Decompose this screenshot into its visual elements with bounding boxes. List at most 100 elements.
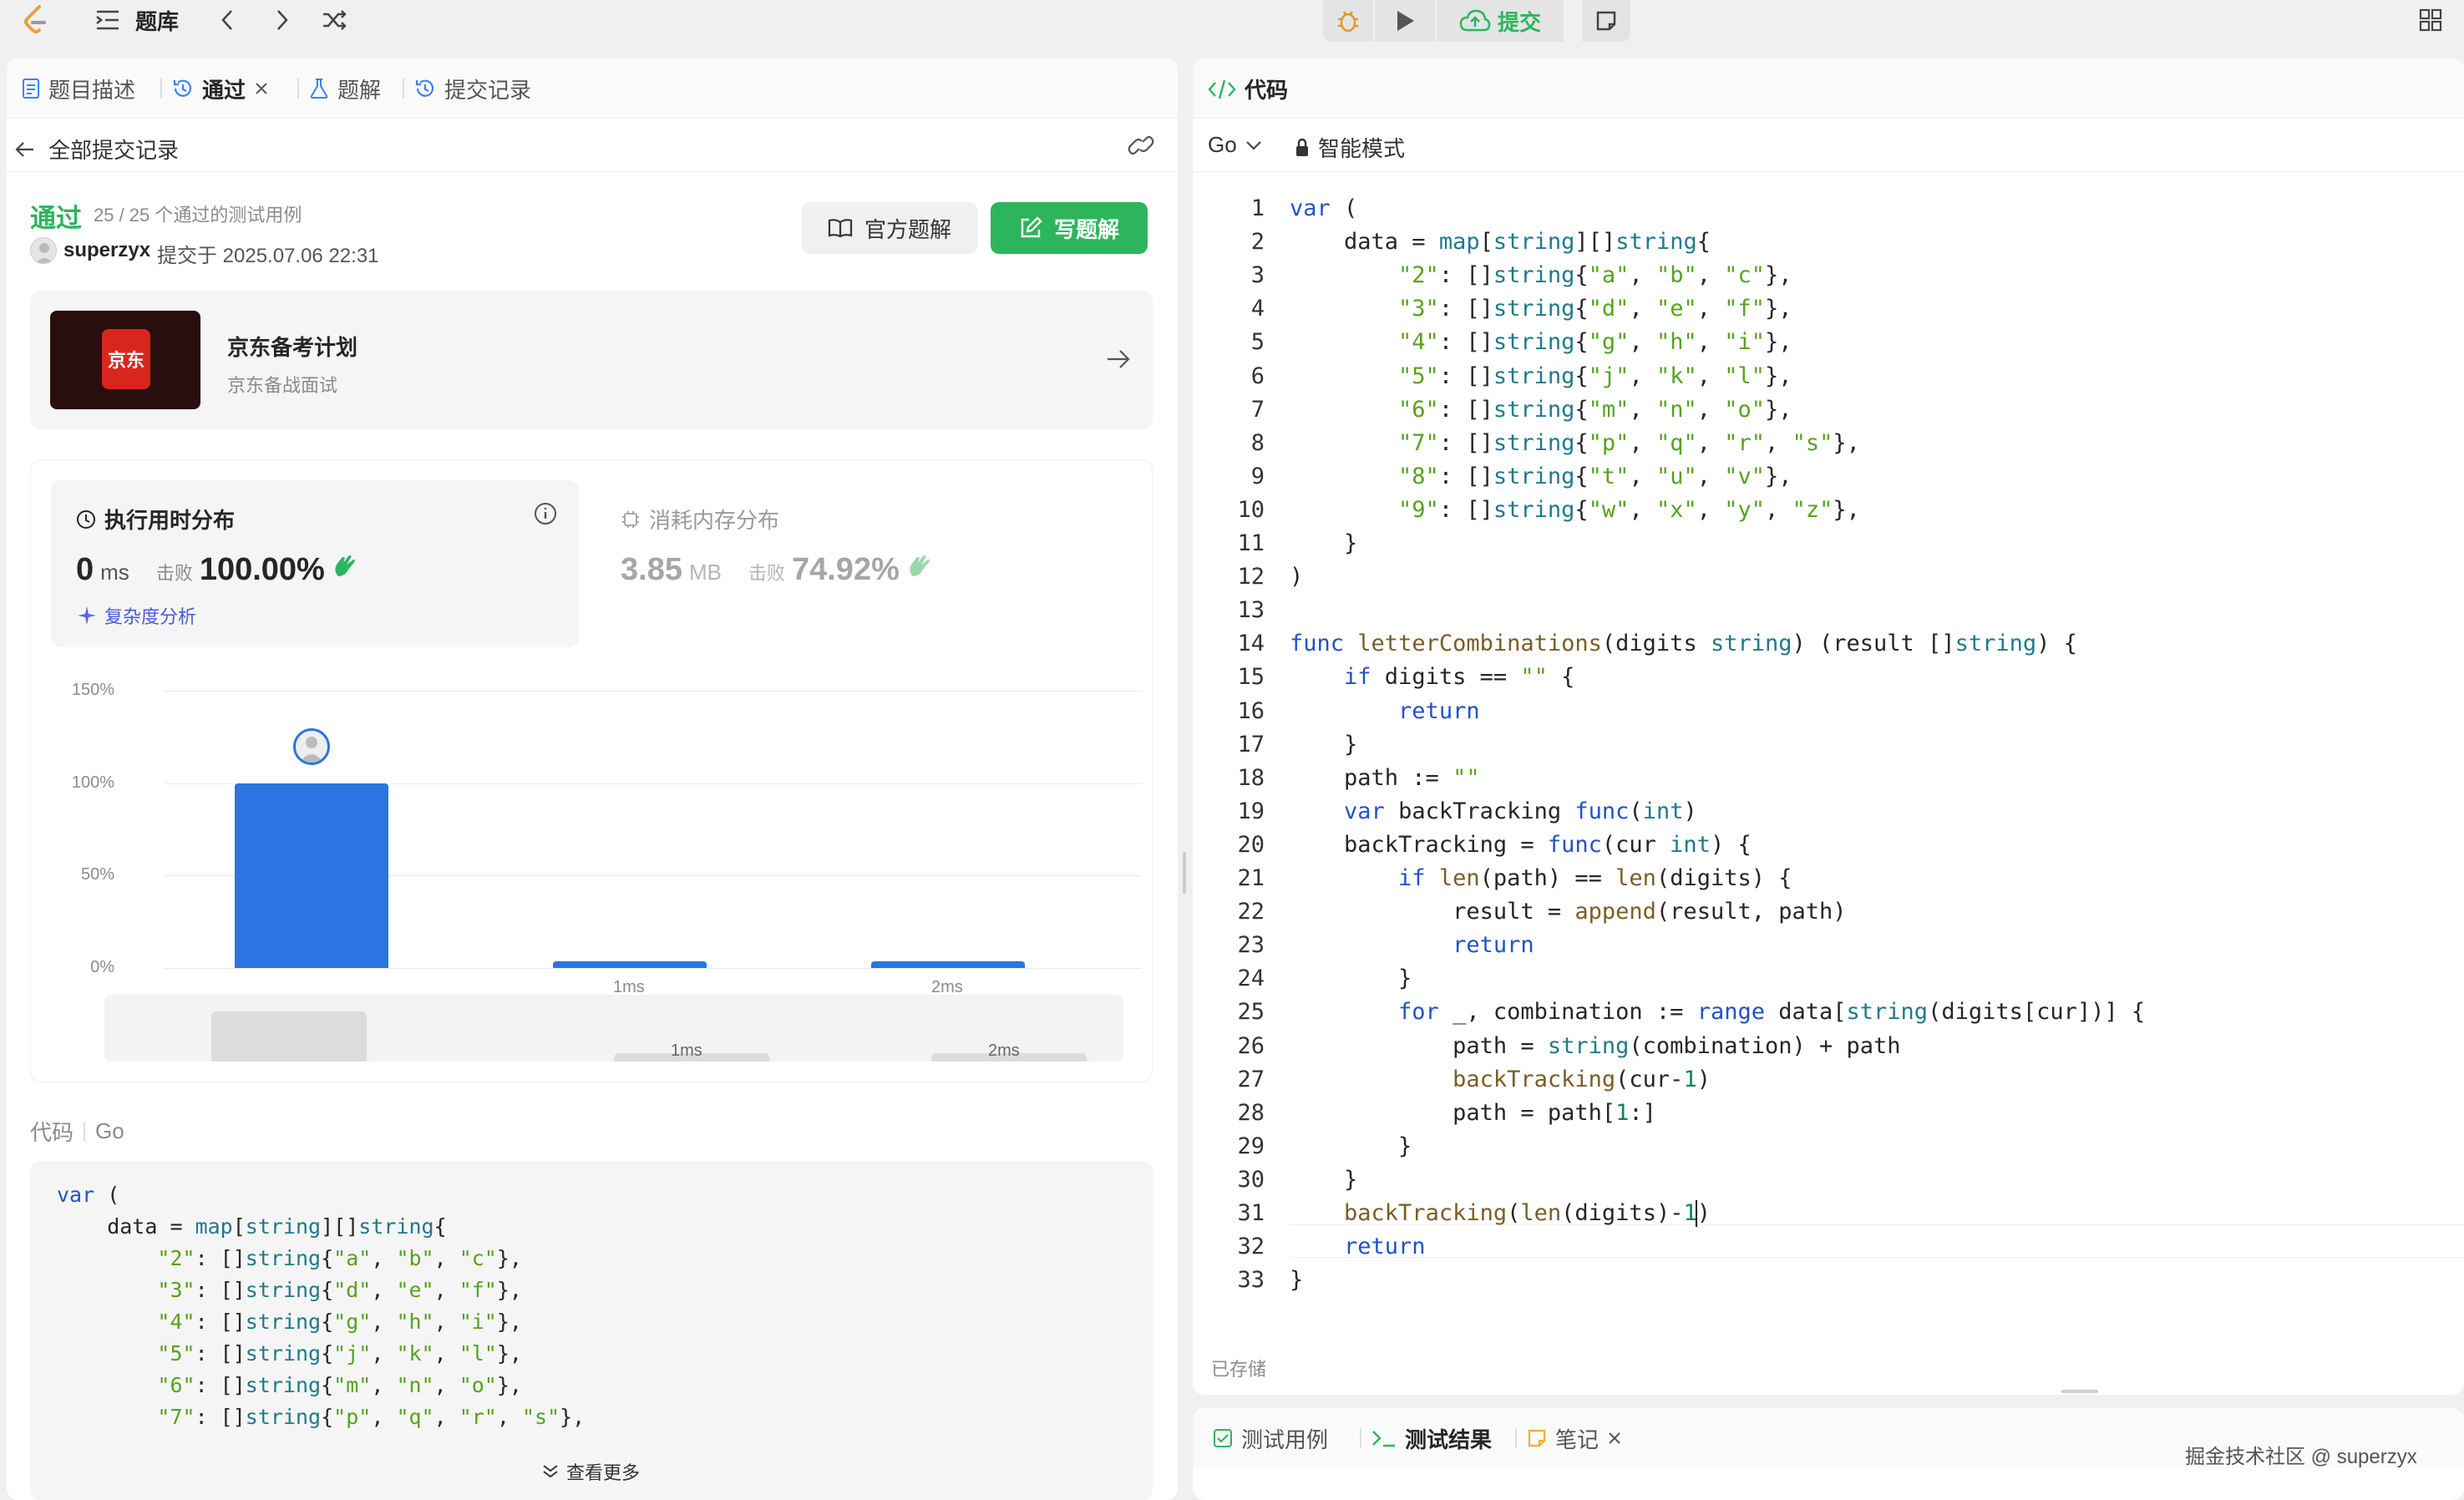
all-submissions-link: 全部提交记录 xyxy=(48,138,180,163)
code-line[interactable]: ) xyxy=(1290,560,1303,594)
your-submission-avatar-marker[interactable] xyxy=(293,727,330,765)
note-button[interactable] xyxy=(1582,0,1630,42)
code-editor[interactable]: 1 var (2 data = map[string][]string{3 "2"… xyxy=(1193,179,2464,1323)
tab-accepted-label: 通过 xyxy=(202,77,246,103)
back-row: 全部提交记录 xyxy=(7,119,1178,172)
code-line[interactable]: "9": []string{"w", "x", "y", "z"}, xyxy=(1290,494,1860,527)
tab-testcases[interactable]: 测试用例 xyxy=(1213,1408,1328,1468)
code-line[interactable]: for _, combination := range data[string(… xyxy=(1290,996,2145,1029)
line-number: 12 xyxy=(1237,564,1265,590)
code-preview-header: 代码 Go xyxy=(30,1116,124,1147)
promo-thumbnail: 京东 xyxy=(50,311,200,409)
checkbox-icon xyxy=(1214,1429,1232,1447)
code-line[interactable]: func letterCombinations(digits string) (… xyxy=(1290,627,2077,661)
promo-card[interactable]: 京东 京东备考计划 京东备战面试 xyxy=(30,291,1153,429)
share-link-icon[interactable] xyxy=(1128,134,1154,161)
code-line[interactable]: "2": []string{"a", "b", "c"}, xyxy=(1290,259,1792,292)
code-line[interactable]: backTracking = func(cur int) { xyxy=(1290,829,1752,862)
code-line[interactable]: data = map[string][]string{ xyxy=(1290,226,1711,259)
official-solution-button[interactable]: 官方题解 xyxy=(802,202,977,254)
code-line[interactable]: return xyxy=(1290,695,1480,728)
code-line[interactable]: path = path[1:] xyxy=(1290,1097,1656,1130)
code-line[interactable]: } xyxy=(1290,1130,1412,1163)
code-line[interactable]: "6": []string{"m", "n", "o"}, xyxy=(1290,393,1792,427)
line-number: 33 xyxy=(1237,1267,1265,1294)
chart-bar-2ms[interactable] xyxy=(871,961,1025,968)
submit-button[interactable]: 提交 xyxy=(1437,0,1564,42)
code-line[interactable]: } xyxy=(1290,728,1357,762)
runtime-distribution-chart[interactable]: 0% 50% 100% 150% 1ms 2ms 1ms 2ms xyxy=(31,460,1153,1083)
code-line[interactable]: if len(path) == len(digits) { xyxy=(1290,862,1792,895)
see-more-button[interactable]: 查看更多 xyxy=(541,1458,640,1485)
chart-bar-0ms[interactable] xyxy=(235,783,388,968)
code-line[interactable]: result = append(result, path) xyxy=(1290,895,1846,929)
tab-test-results[interactable]: 测试结果 xyxy=(1371,1408,1492,1468)
username[interactable]: superzyx xyxy=(63,239,150,262)
tab-divider xyxy=(297,79,299,99)
close-tab-icon[interactable] xyxy=(1607,1431,1622,1446)
code-line[interactable]: var ( xyxy=(1290,192,1357,226)
code-preview: "7": []string{"p", "q", "r", "s"}, "6": … xyxy=(30,1161,1153,1500)
code-line[interactable]: } xyxy=(1290,1163,1357,1197)
code-line[interactable]: "5": []string{"j", "k", "l"}, xyxy=(1290,360,1792,393)
console-panel: 测试用例 测试结果 笔记 掘金技术社区 @ superzyx xyxy=(1193,1408,2464,1500)
saved-status: 已存储 xyxy=(1211,1359,1267,1380)
code-line[interactable]: } xyxy=(1290,1264,1303,1297)
avatar[interactable] xyxy=(30,237,57,264)
smart-mode-label: 智能模式 xyxy=(1318,136,1406,161)
line-number: 30 xyxy=(1237,1166,1265,1193)
panel-resize-handle[interactable] xyxy=(1183,852,1186,894)
history-icon xyxy=(173,79,192,97)
problem-list-icon[interactable] xyxy=(90,0,125,40)
prev-problem-icon[interactable] xyxy=(210,0,244,40)
code-line[interactable]: path := "" xyxy=(1290,762,1480,795)
leetcode-logo-icon[interactable] xyxy=(13,0,57,40)
line-number: 25 xyxy=(1237,999,1265,1026)
code-line[interactable]: return xyxy=(1290,1230,1426,1264)
text-cursor xyxy=(1696,1200,1697,1227)
code-line[interactable]: "7": []string{"p", "q", "r", "s"}, xyxy=(1290,427,1860,460)
smart-mode-toggle[interactable]: 智能模式 xyxy=(1295,132,1405,163)
code-line[interactable]: path = string(combination) + path xyxy=(1290,1030,1900,1063)
line-number: 28 xyxy=(1237,1099,1265,1126)
debug-button[interactable] xyxy=(1323,0,1373,42)
run-button[interactable] xyxy=(1375,0,1435,42)
tab-test-results-label: 测试结果 xyxy=(1405,1427,1493,1452)
tab-notes[interactable]: 笔记 xyxy=(1527,1408,1622,1468)
code-line[interactable]: backTracking(len(digits)-1) xyxy=(1290,1197,1711,1230)
tab-solutions[interactable]: 题解 xyxy=(309,58,381,119)
line-number: 20 xyxy=(1237,831,1265,858)
code-line[interactable]: backTracking(cur-1) xyxy=(1290,1063,1711,1097)
vertical-resize-handle[interactable] xyxy=(2061,1390,2098,1393)
code-line[interactable]: if digits == "" { xyxy=(1290,661,1574,694)
shuffle-icon[interactable] xyxy=(317,0,352,40)
layout-icon[interactable] xyxy=(2412,0,2449,40)
code-line[interactable]: "8": []string{"t", "u", "v"}, xyxy=(1290,460,1792,494)
code-line[interactable]: "4": []string{"g", "h", "i"}, xyxy=(1290,326,1792,359)
code-icon xyxy=(1208,79,1236,99)
tab-description[interactable]: 题目描述 xyxy=(22,58,135,119)
code-line[interactable]: "3": []string{"d", "e", "f"}, xyxy=(1290,292,1792,326)
back-button[interactable]: 全部提交记录 xyxy=(15,134,179,165)
code-line[interactable]: } xyxy=(1290,962,1412,996)
chart-range-brush[interactable]: 1ms 2ms xyxy=(104,995,1123,1062)
promo-subtitle: 京东备战面试 xyxy=(227,375,338,396)
tab-submissions[interactable]: 提交记录 xyxy=(414,58,531,119)
problem-bank-link[interactable]: 题库 xyxy=(135,0,179,40)
document-icon xyxy=(23,79,39,99)
chevron-double-down-icon xyxy=(543,1465,558,1478)
edit-icon xyxy=(1021,216,1042,238)
write-solution-button[interactable]: 写题解 xyxy=(991,202,1148,254)
tab-accepted[interactable]: 通过 xyxy=(172,58,269,119)
line-number: 4 xyxy=(1250,296,1265,322)
editor-toolbar: Go 智能模式 xyxy=(1193,119,2464,172)
chart-bar-1ms[interactable] xyxy=(553,961,707,968)
code-line[interactable]: return xyxy=(1290,929,1534,962)
left-tabs: 题目描述 通过 题解 提交记录 xyxy=(7,58,1178,119)
close-tab-icon[interactable] xyxy=(254,81,269,96)
line-number: 1 xyxy=(1250,195,1265,221)
language-select[interactable]: Go xyxy=(1208,132,1262,158)
code-line[interactable]: var backTracking func(int) xyxy=(1290,795,1697,829)
next-problem-icon[interactable] xyxy=(266,0,299,40)
code-line[interactable]: } xyxy=(1290,527,1357,560)
